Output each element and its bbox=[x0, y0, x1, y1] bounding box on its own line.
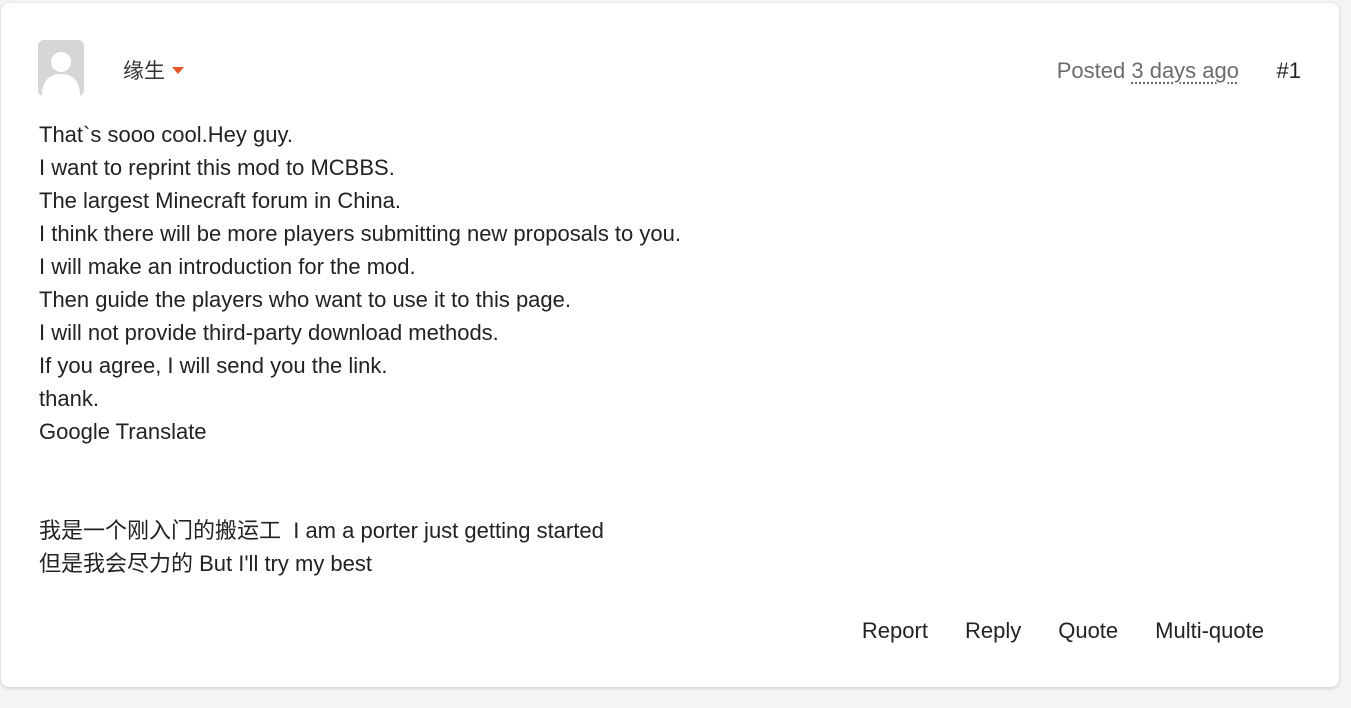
post-number-link[interactable]: #1 bbox=[1277, 58, 1301, 84]
post-line: I want to reprint this mod to MCBBS. bbox=[39, 155, 395, 180]
author-name[interactable]: 缘生 bbox=[123, 55, 165, 85]
post-meta: Posted 3 days ago bbox=[1057, 58, 1239, 84]
author-dropdown[interactable]: 缘生 bbox=[123, 55, 184, 85]
post-line: The largest Minecraft forum in China. bbox=[39, 188, 401, 213]
avatar[interactable] bbox=[38, 40, 84, 96]
post-line: I think there will be more players submi… bbox=[39, 221, 681, 246]
caret-down-icon[interactable] bbox=[172, 66, 184, 74]
post-line: thank. bbox=[39, 386, 99, 411]
forum-post: 缘生 Posted 3 days ago #1 That`s sooo cool… bbox=[1, 3, 1339, 687]
posted-time-link[interactable]: 3 days ago bbox=[1131, 58, 1239, 83]
post-line: Then guide the players who want to use i… bbox=[39, 287, 571, 312]
post-body: That`s sooo cool.Hey guy. I want to repr… bbox=[39, 118, 681, 580]
post-line: If you agree, I will send you the link. bbox=[39, 353, 388, 378]
post-line: I will make an introduction for the mod. bbox=[39, 254, 416, 279]
quote-button[interactable]: Quote bbox=[1058, 618, 1118, 644]
post-actions: Report Reply Quote Multi-quote bbox=[862, 618, 1264, 644]
multi-quote-button[interactable]: Multi-quote bbox=[1155, 618, 1264, 644]
post-line: Google Translate bbox=[39, 419, 207, 444]
posted-label: Posted bbox=[1056, 58, 1126, 83]
user-silhouette-icon bbox=[38, 40, 84, 96]
reply-button[interactable]: Reply bbox=[965, 618, 1021, 644]
post-line: I will not provide third-party download … bbox=[39, 320, 499, 345]
post-line: That`s sooo cool.Hey guy. bbox=[39, 122, 293, 147]
post-line: 但是我会尽力的 But I'll try my best bbox=[39, 551, 373, 576]
report-button[interactable]: Report bbox=[862, 618, 928, 644]
post-line: 我是一个刚入门的搬运工 I am a porter just getting s… bbox=[39, 518, 604, 543]
